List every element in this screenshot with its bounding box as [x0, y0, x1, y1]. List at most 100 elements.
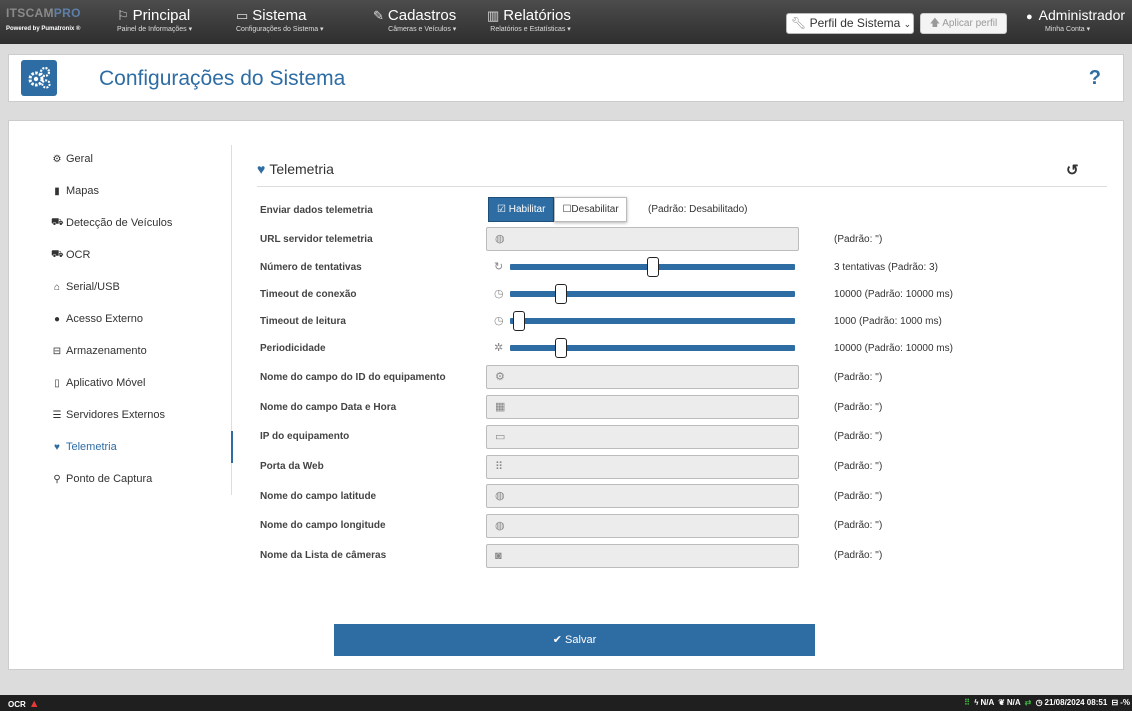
sidebar-item-servidores-externos[interactable]: ☰ Servidores Externos [31, 399, 241, 431]
warning-icon: ▲ [28, 698, 40, 710]
read-timeout-slider-track[interactable] [510, 318, 795, 324]
reset-icon[interactable]: ↺ [1066, 161, 1079, 179]
device-id-field-hint: (Padrão: '') [834, 372, 883, 383]
camera-icon: ◙ [495, 550, 502, 562]
longitude-field-input[interactable]: ◍ [486, 514, 799, 538]
device-id-field-label: Nome do campo do ID do equipamento [260, 372, 446, 383]
datetime-field-label: Nome do campo Data e Hora [260, 402, 397, 413]
sidebar-item-geral[interactable]: ⚙ Geral [31, 143, 241, 175]
edit-icon: ✎ [373, 8, 384, 23]
page-title: Configurações do Sistema [99, 67, 346, 90]
mobile-icon: ▯ [54, 377, 60, 389]
device-ip-label: IP do equipamento [260, 431, 350, 442]
latitude-field-hint: (Padrão: '') [834, 491, 883, 502]
camera-list-hint: (Padrão: '') [834, 550, 883, 561]
settings-sidebar: ⚙ Geral ▮ Mapas ⛟ Detecção de Veículos ⛟ OCR… [31, 143, 241, 495]
sidebar-active-indicator [231, 431, 233, 463]
web-port-label: Porta da Web [260, 461, 324, 472]
nav-principal[interactable]: ⚐ Principal Painel de Informações ▾ [117, 8, 192, 38]
profile-select[interactable]: 🔧︎ Perfil de Sistema ⌄ [786, 13, 914, 34]
car-icon: ⛟ [51, 248, 64, 260]
periodicity-slider-handle[interactable] [555, 338, 568, 358]
flag-icon: ⚐ [117, 8, 129, 23]
connection-timeout-hint: 10000 (Padrão: 10000 ms) [834, 289, 953, 300]
periodicity-hint: 10000 (Padrão: 10000 ms) [834, 343, 953, 354]
disk-status: -% [1120, 698, 1130, 707]
device-id-field-input[interactable]: ⚙ [486, 365, 799, 389]
sidebar-item-deteccao-veiculos[interactable]: ⛟ Detecção de Veículos [31, 207, 241, 239]
longitude-field-hint: (Padrão: '') [834, 520, 883, 531]
attempts-slider-handle[interactable] [646, 257, 659, 277]
heartbeat-icon: ♥ [257, 161, 266, 177]
read-timeout-slider-handle[interactable] [512, 311, 525, 331]
sidebar-item-telemetria[interactable]: ♥ Telemetria [31, 431, 241, 463]
wrench-icon: 🔧︎ [791, 16, 807, 30]
main-panel: ⚙ Geral ▮ Mapas ⛟ Detecção de Veículos ⛟ OCR… [8, 120, 1124, 670]
refresh-icon: ↻ [494, 261, 504, 273]
section-title: ♥ Telemetria [257, 161, 334, 177]
longitude-field-label: Nome do campo longitude [260, 520, 386, 531]
periodicity-slider-track[interactable] [510, 345, 795, 351]
sidebar-item-serial-usb[interactable]: ⌂ Serial/USB [31, 271, 241, 303]
nav-relatorios[interactable]: ▥ Relatórios Relatórios e Estatísticas ▾ [487, 8, 571, 38]
ocr-status[interactable]: OCR ▲ [8, 698, 40, 710]
disable-button[interactable]: ☐Desabilitar [554, 197, 627, 222]
sidebar-item-armazenamento[interactable]: ⊟ Armazenamento [31, 335, 241, 367]
read-timeout-label: Timeout de leitura [260, 316, 346, 327]
datetime-field-hint: (Padrão: '') [834, 402, 883, 413]
map-marker-icon: ⚲ [53, 473, 61, 485]
enable-telemetry-label: Enviar dados telemetria [260, 205, 373, 216]
device-ip-input[interactable]: ▭ [486, 425, 799, 449]
sidebar-item-aplicativo-movel[interactable]: ▯ Aplicativo Móvel [31, 367, 241, 399]
arrow-up-icon: 🡅 [929, 18, 940, 29]
help-icon[interactable]: ? [1089, 67, 1101, 90]
connection-timeout-slider-track[interactable] [510, 291, 795, 297]
globe-icon: ◍ [495, 520, 505, 532]
device-ip-hint: (Padrão: '') [834, 431, 883, 442]
hdd-icon: ⊟ [1111, 698, 1119, 707]
web-port-input[interactable]: ⠿ [486, 455, 799, 479]
bar-chart-icon: ▥ [487, 8, 500, 23]
url-server-hint: (Padrão: '') [834, 234, 883, 245]
power-status: N/A [980, 698, 994, 707]
globe-icon: ● [53, 313, 61, 325]
save-button[interactable]: ✔ Salvar [334, 624, 815, 656]
user-menu[interactable]: ● Administrador Minha Conta ▾ [1026, 7, 1125, 37]
latitude-field-label: Nome do campo latitude [260, 491, 377, 502]
attempts-label: Número de tentativas [260, 262, 362, 273]
brand-logo[interactable]: ITSCAMPRO Powered by Pumatronix ® [6, 6, 96, 38]
connection-timeout-label: Timeout de conexão [260, 289, 357, 300]
cogs-icon: ⚙ [495, 371, 505, 383]
cog-icon: ✲ [494, 342, 504, 354]
powered-by-text: Powered by Pumatronix ® [6, 26, 81, 32]
apply-profile-button[interactable]: 🡅 Aplicar perfil [920, 13, 1007, 34]
sidebar-item-ponto-captura[interactable]: ⚲ Ponto de Captura [31, 463, 241, 495]
leaf-icon: ❦ [998, 698, 1005, 707]
cogs-icon [21, 60, 57, 96]
page-header: Configurações do Sistema ? [8, 54, 1124, 102]
connection-timeout-slider-handle[interactable] [555, 284, 568, 304]
temperature-status: N/A [1006, 698, 1021, 707]
desktop-icon: ▭ [495, 431, 506, 443]
chevron-down-icon: ⌄ [903, 19, 912, 29]
sidebar-item-mapas[interactable]: ▮ Mapas [31, 175, 241, 207]
datetime-field-input[interactable]: ▦ [486, 395, 799, 419]
nav-sistema[interactable]: ▭ Sistema Configurações do Sistema ▾ [236, 8, 324, 38]
monitor-icon: ▭ [236, 8, 249, 23]
url-server-input[interactable]: ◍ [486, 227, 799, 251]
latitude-field-input[interactable]: ◍ [486, 484, 799, 508]
enable-button[interactable]: ☑ Habilitar [488, 197, 555, 222]
sidebar-item-acesso-externo[interactable]: ● Acesso Externo [31, 303, 241, 335]
network-icon: ⠿ [964, 698, 971, 707]
sidebar-item-ocr[interactable]: ⛟ OCR [31, 239, 241, 271]
camera-list-label: Nome da Lista de câmeras [260, 550, 387, 561]
car-icon: ⛟ [51, 216, 64, 228]
attempts-hint: 3 tentativas (Padrão: 3) [834, 262, 938, 273]
cogs-icon: ⚙ [52, 153, 62, 165]
hdd-icon: ⊟ [52, 345, 62, 357]
camera-list-input[interactable]: ◙ [486, 544, 799, 568]
periodicity-label: Periodicidade [260, 343, 326, 354]
nav-cadastros[interactable]: ✎ Cadastros Câmeras e Veículos ▾ [373, 8, 456, 38]
clock-icon: ◷ [1035, 698, 1043, 707]
clock-icon: ◷ [494, 288, 504, 300]
